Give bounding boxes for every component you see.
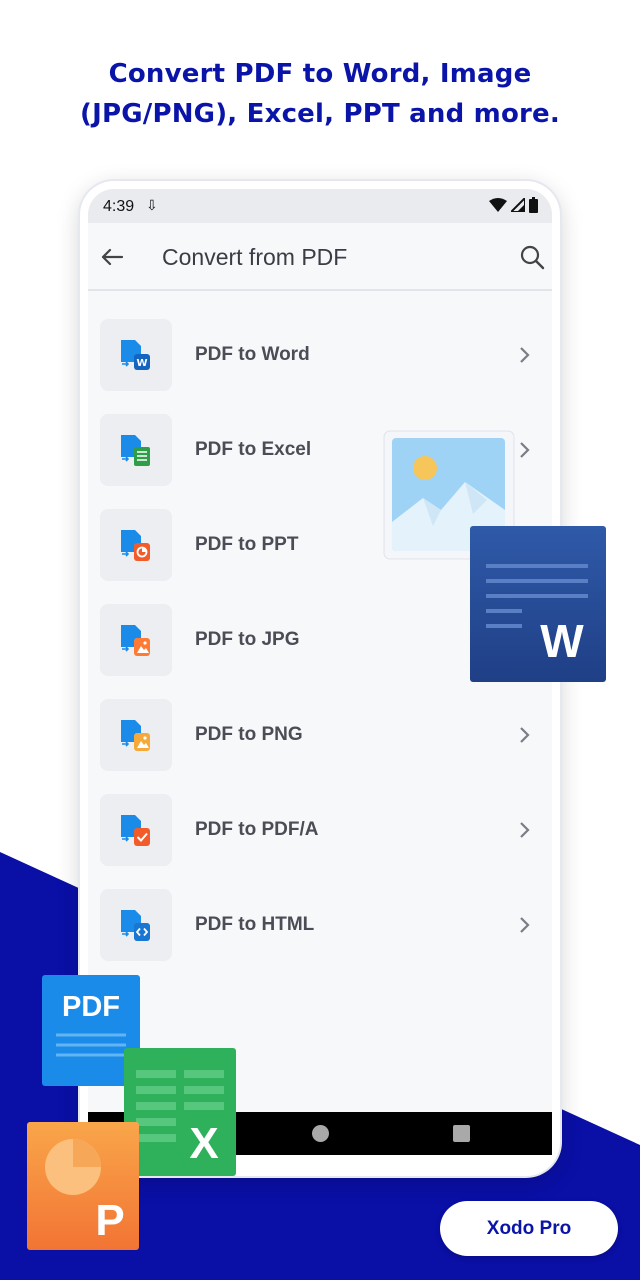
wifi-icon <box>489 198 507 212</box>
status-icons <box>489 197 538 213</box>
pdf-file-label: PDF <box>62 991 120 1023</box>
excel-badge-icon <box>100 414 172 486</box>
pdfa-badge-icon <box>100 794 172 866</box>
word-letter: W <box>540 615 584 667</box>
html-badge-icon <box>100 889 172 961</box>
home-nav-icon[interactable] <box>312 1125 329 1142</box>
list-item-label: PDF to HTML <box>195 914 315 935</box>
word-badge-icon: W <box>100 319 172 391</box>
search-icon[interactable] <box>516 241 548 273</box>
excel-letter: X <box>189 1119 218 1168</box>
list-item-label: PDF to Excel <box>195 439 312 460</box>
list-item-label: PDF to Word <box>195 344 310 365</box>
recents-nav-icon[interactable] <box>453 1125 470 1142</box>
ppt-badge-icon <box>100 509 172 581</box>
list-item-pdf-to-html[interactable]: PDF to HTML <box>88 859 552 961</box>
ppt-file-illustration: P <box>27 1122 139 1250</box>
download-icon: ⇩ <box>146 197 158 213</box>
list-item-label: PDF to PDF/A <box>195 819 319 840</box>
chevron-right-icon <box>520 917 530 933</box>
signal-icon <box>511 198 525 212</box>
word-document-illustration: W <box>470 526 606 682</box>
svg-text:W: W <box>136 358 147 369</box>
list-item-pdf-to-pdfa[interactable]: PDF to PDF/A <box>88 764 552 866</box>
app-bar: Convert from PDF <box>88 223 552 291</box>
chevron-right-icon <box>520 727 530 743</box>
headline-line-1: Convert PDF to Word, Image <box>108 59 532 89</box>
battery-icon <box>529 197 538 213</box>
png-badge-icon <box>100 699 172 771</box>
headline: Convert PDF to Word, Image (JPG/PNG), Ex… <box>0 54 640 134</box>
back-arrow-icon[interactable] <box>96 241 128 273</box>
status-bar: 4:39 ⇩ <box>88 189 552 223</box>
chevron-right-icon <box>520 347 530 363</box>
jpg-badge-icon <box>100 604 172 676</box>
page-title: Convert from PDF <box>162 244 348 270</box>
list-item-pdf-to-png[interactable]: PDF to PNG <box>88 669 552 771</box>
list-item-label: PDF to PNG <box>195 724 303 745</box>
list-item-pdf-to-word[interactable]: W PDF to Word <box>88 289 552 391</box>
chevron-right-icon <box>520 822 530 838</box>
headline-line-2: (JPG/PNG), Excel, PPT and more. <box>80 99 560 129</box>
ppt-letter: P <box>95 1196 124 1245</box>
list-item-label: PDF to PPT <box>195 534 299 555</box>
list-item-label: PDF to JPG <box>195 629 300 650</box>
excel-file-illustration: X <box>124 1048 236 1176</box>
status-time: 4:39 <box>103 198 135 215</box>
chevron-right-icon <box>520 442 530 458</box>
xodo-pro-button[interactable]: Xodo Pro <box>440 1201 618 1256</box>
